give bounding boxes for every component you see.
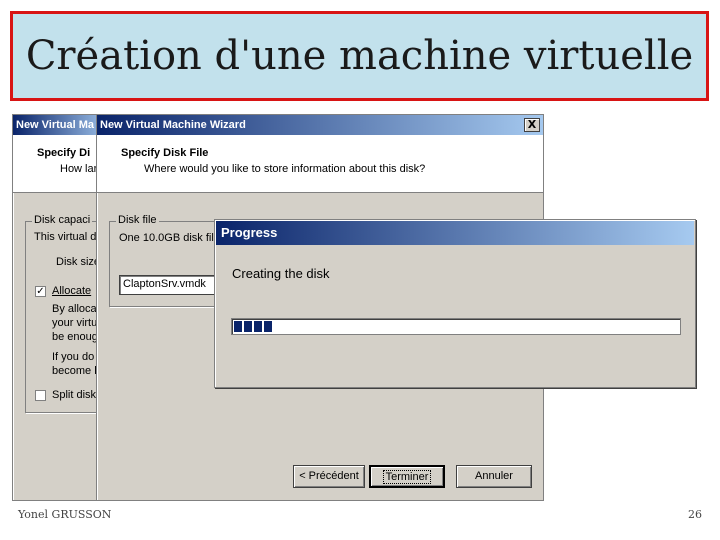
back-allocate-checkbox[interactable]: ✓ — [35, 286, 46, 297]
back-desc-line: be enoug — [52, 331, 98, 343]
progress-dialog: Progress Creating the disk — [214, 219, 696, 388]
back-button[interactable]: < Précédent — [293, 465, 365, 488]
finish-button-label: Terminer — [382, 470, 432, 484]
cancel-button-label: Annuler — [475, 470, 513, 482]
slide-author: Yonel GRUSSON — [18, 508, 112, 521]
close-icon[interactable]: X — [524, 118, 540, 132]
disk-file-group-label: Disk file — [116, 214, 159, 226]
back-desc-line: become l — [52, 365, 97, 377]
front-header-title: Specify Disk File — [121, 147, 209, 159]
back-split-label[interactable]: Split disk — [52, 389, 96, 401]
progress-bar — [231, 318, 681, 335]
progress-block — [234, 321, 242, 332]
front-window-header: Specify Disk File Where would you like t… — [97, 135, 543, 193]
back-allocate-label[interactable]: Allocate — [52, 285, 91, 297]
finish-button[interactable]: Terminer — [369, 465, 445, 488]
back-group-line1: This virtual d — [34, 231, 97, 243]
front-header-subtitle: Where would you like to store informatio… — [144, 163, 426, 175]
front-window-titlebar[interactable]: New Virtual Machine Wizard — [97, 115, 543, 135]
progress-block — [254, 321, 262, 332]
slide-title-box: Création d'une machine virtuelle — [10, 11, 709, 101]
back-window-title: New Virtual Ma — [16, 119, 95, 131]
back-desc-line: your virtu — [52, 317, 98, 329]
back-split-checkbox[interactable] — [35, 390, 46, 401]
back-header-title: Specify Di — [37, 147, 91, 159]
progress-bar-fill — [234, 321, 272, 332]
progress-titlebar[interactable]: Progress — [216, 221, 694, 245]
slide-page-number: 26 — [688, 508, 702, 521]
back-button-label: < Précédent — [299, 470, 359, 482]
progress-message: Creating the disk — [232, 266, 330, 281]
back-group-label: Disk capaci — [32, 214, 93, 226]
back-desc-line: By alloca — [52, 303, 97, 315]
progress-block — [244, 321, 252, 332]
back-header-subtitle: How lar — [60, 163, 98, 175]
progress-block — [264, 321, 272, 332]
progress-title: Progress — [221, 225, 278, 240]
back-desc-line: If you do — [52, 351, 95, 363]
cancel-button[interactable]: Annuler — [456, 465, 532, 488]
disk-file-description: One 10.0GB disk fil — [119, 232, 214, 244]
slide-title: Création d'une machine virtuelle — [25, 33, 694, 79]
front-window-title: New Virtual Machine Wizard — [100, 119, 246, 131]
back-disk-size-label: Disk size — [56, 256, 101, 268]
